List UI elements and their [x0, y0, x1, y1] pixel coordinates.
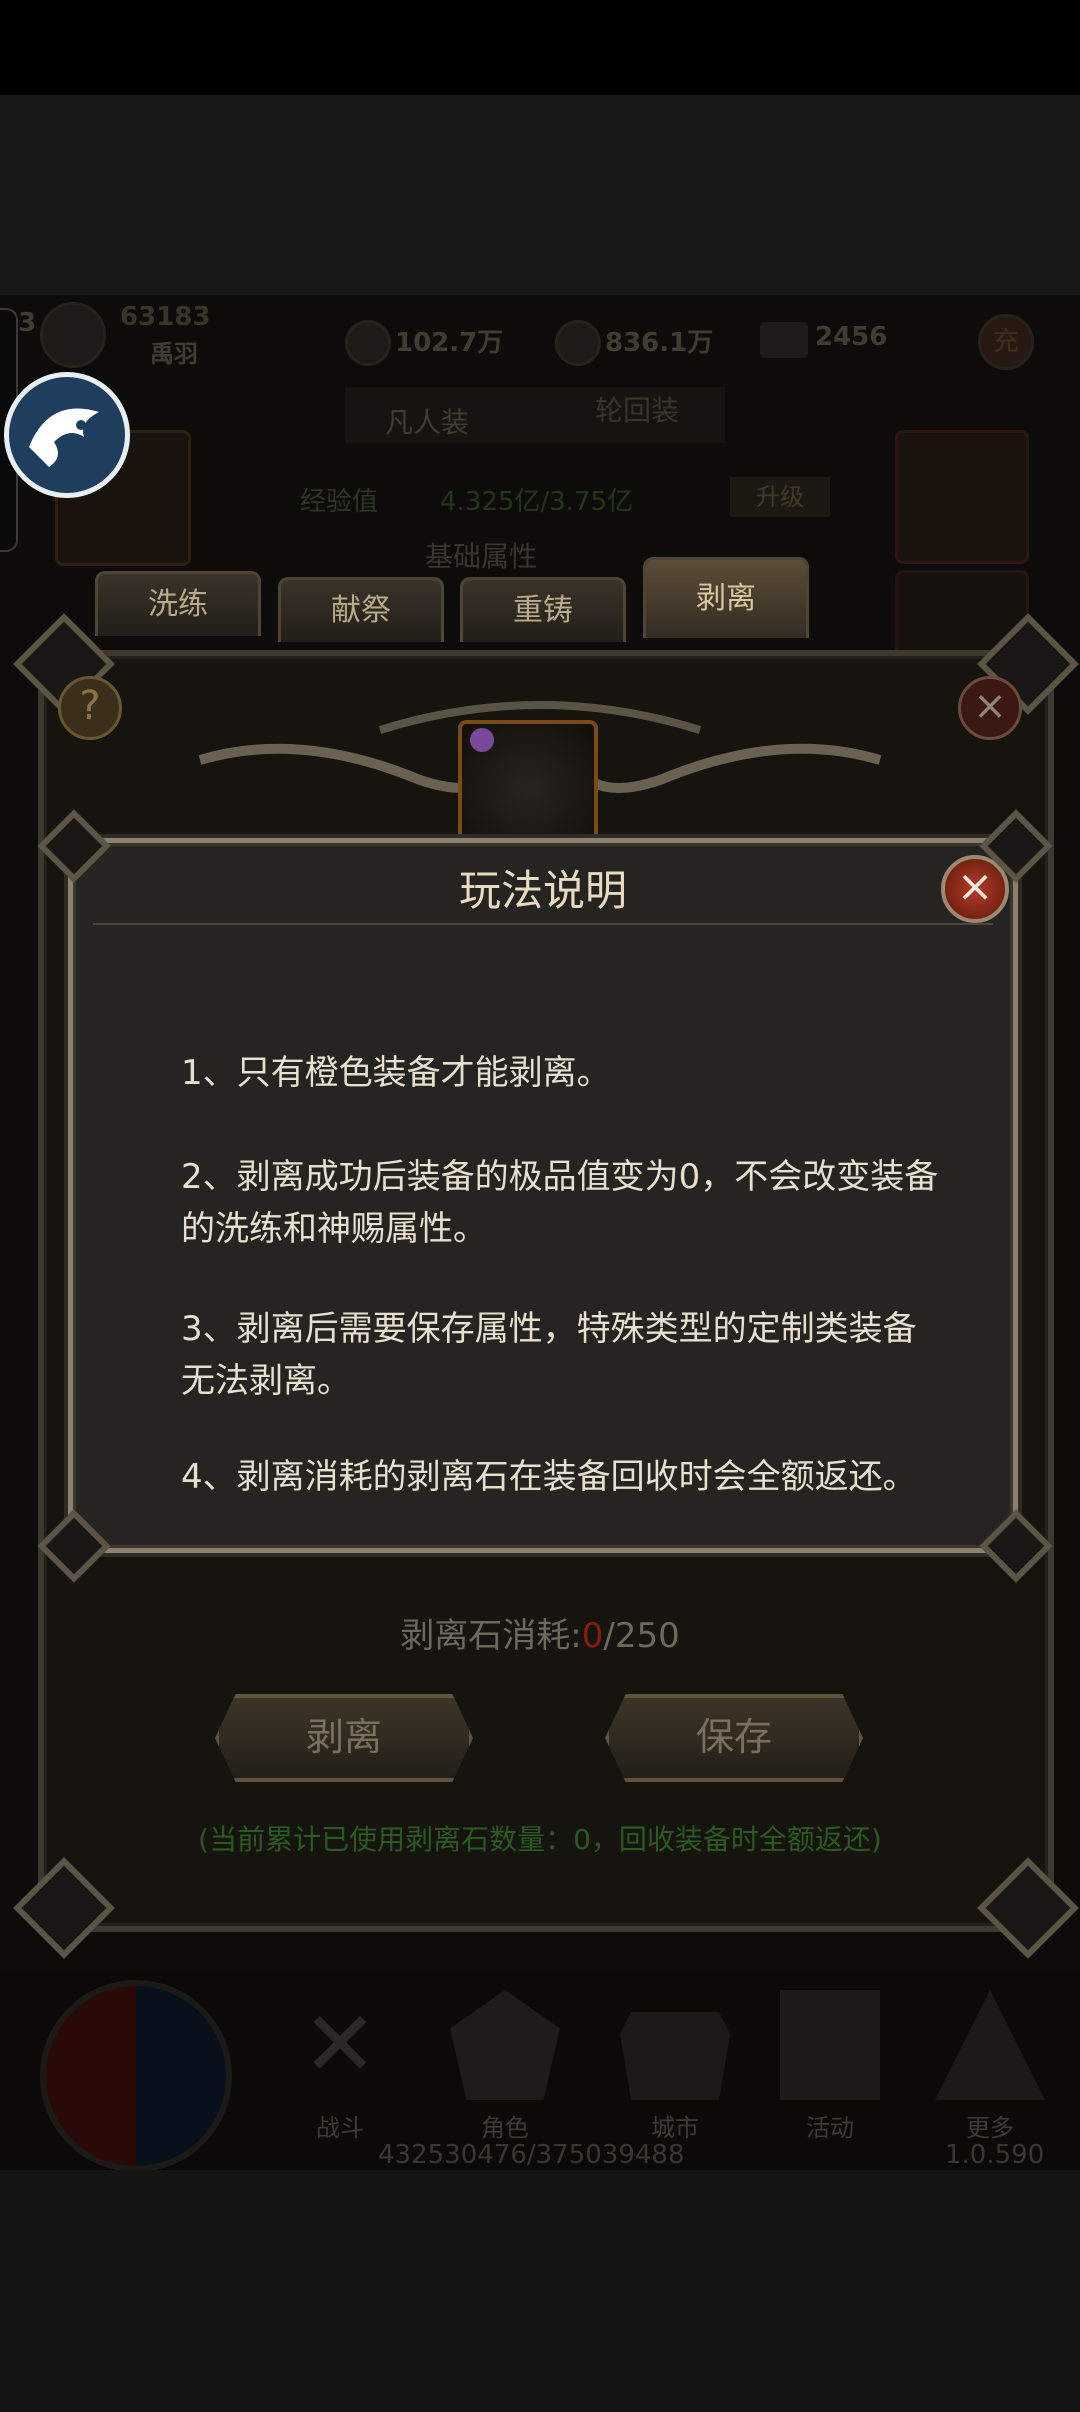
- version-label: 1.0.590: [945, 2140, 1045, 2170]
- gem-badge-icon: [470, 728, 494, 752]
- more-triangle-icon: [935, 1990, 1045, 2100]
- nav-more-label: 更多: [966, 2114, 1014, 2142]
- bottom-nav: ✕ 战斗 角色 城市 活动 更多 432530476/375039488 1.0…: [0, 1970, 1080, 2170]
- currency-2: 836.1万: [605, 328, 714, 358]
- player-name: 禹羽: [150, 340, 198, 368]
- save-button[interactable]: 保存: [605, 1694, 863, 1782]
- currency-3: 2456: [815, 322, 888, 352]
- rule-1: 1、只有橙色装备才能剥离。: [181, 1053, 611, 1093]
- crossed-swords-icon: ✕: [302, 1992, 378, 2097]
- nav-character-label: 角色: [481, 2114, 529, 2142]
- stone-usage-hint: (当前累计已使用剥离石数量：0，回收装备时全额返还): [198, 1823, 882, 1856]
- ingot-icon: [760, 322, 808, 358]
- nav-city[interactable]: 城市: [610, 1990, 740, 2142]
- rule-2: 2、剥离成功后装备的极品值变为0，不会改变装备的洗练和神赐属性。: [181, 1157, 939, 1249]
- gem-icon: [555, 320, 601, 366]
- title-divider: [93, 923, 993, 925]
- help-button[interactable]: ?: [58, 676, 122, 740]
- floating-assistant-button[interactable]: [4, 372, 130, 498]
- rule-4: 4、剥离消耗的剥离石在装备回收时会全额返还。: [181, 1457, 917, 1497]
- strip-stone-cost: 剥离石消耗:0/250: [0, 1608, 1080, 1657]
- helmet-icon: [450, 1990, 560, 2100]
- status-bar-area: [0, 0, 1080, 95]
- rule-3: 3、剥离后需要保存属性，特殊类型的定制类装备无法剥离。: [181, 1309, 917, 1401]
- panel-close-button[interactable]: ×: [958, 676, 1022, 740]
- gift-icon: [780, 1990, 880, 2100]
- nav-activity-label: 活动: [806, 2114, 854, 2142]
- equip-tabs: 凡人装 轮回装: [345, 387, 725, 443]
- letterbox-bottom: [0, 2170, 1080, 2412]
- tab-refine[interactable]: 洗练: [95, 571, 261, 636]
- dolphin-icon: [29, 408, 99, 467]
- cost-total: 250: [614, 1616, 680, 1656]
- tab-mortal-equip[interactable]: 凡人装: [385, 401, 469, 441]
- hp-mp-orb: [40, 1980, 232, 2170]
- nav-city-label: 城市: [651, 2114, 699, 2142]
- tab-strip[interactable]: 剥离: [643, 557, 809, 638]
- strip-button[interactable]: 剥离: [215, 1694, 473, 1782]
- power-value: 63183: [120, 302, 211, 332]
- coin-icon: [345, 320, 391, 366]
- tab-sacrifice[interactable]: 献祭: [278, 577, 444, 642]
- nav-battle[interactable]: ✕ 战斗: [275, 1990, 405, 2142]
- recharge-button[interactable]: 充: [978, 314, 1034, 370]
- nav-character[interactable]: 角色: [440, 1990, 570, 2142]
- nav-battle-label: 战斗: [316, 2114, 364, 2142]
- rules-dialog: 玩法说明 × 1、只有橙色装备才能剥离。 2、剥离成功后装备的极品值变为0，不会…: [68, 838, 1018, 1553]
- nav-more[interactable]: 更多: [925, 1990, 1055, 2142]
- exp-value: 4.325亿/3.75亿: [440, 487, 634, 517]
- equip-slot-right-1[interactable]: [895, 430, 1029, 564]
- nav-activity[interactable]: 活动: [765, 1990, 895, 2142]
- top-hud: 73 63183 禹羽 102.7万 836.1万 2456 充: [0, 300, 1080, 370]
- currency-1: 102.7万: [395, 328, 504, 358]
- city-gate-icon: [620, 2012, 730, 2100]
- dialog-title: 玩法说明: [458, 866, 627, 915]
- exp-row: 经验值 4.325亿/3.75亿 升级: [290, 475, 840, 521]
- upgrade-button[interactable]: 升级: [730, 477, 830, 517]
- tab-recast[interactable]: 重铸: [460, 577, 626, 642]
- hp-readout: 432530476/375039488: [378, 2140, 685, 2170]
- exp-label: 经验值: [300, 487, 379, 517]
- letterbox-top: [0, 95, 1080, 295]
- cost-separator: /: [603, 1616, 615, 1656]
- cost-current: 0: [581, 1616, 604, 1656]
- section-title: 基础属性: [425, 540, 538, 573]
- avatar[interactable]: [40, 302, 106, 368]
- cost-label: 剥离石消耗:: [400, 1616, 582, 1656]
- tab-reincarnation-equip[interactable]: 轮回装: [595, 389, 679, 429]
